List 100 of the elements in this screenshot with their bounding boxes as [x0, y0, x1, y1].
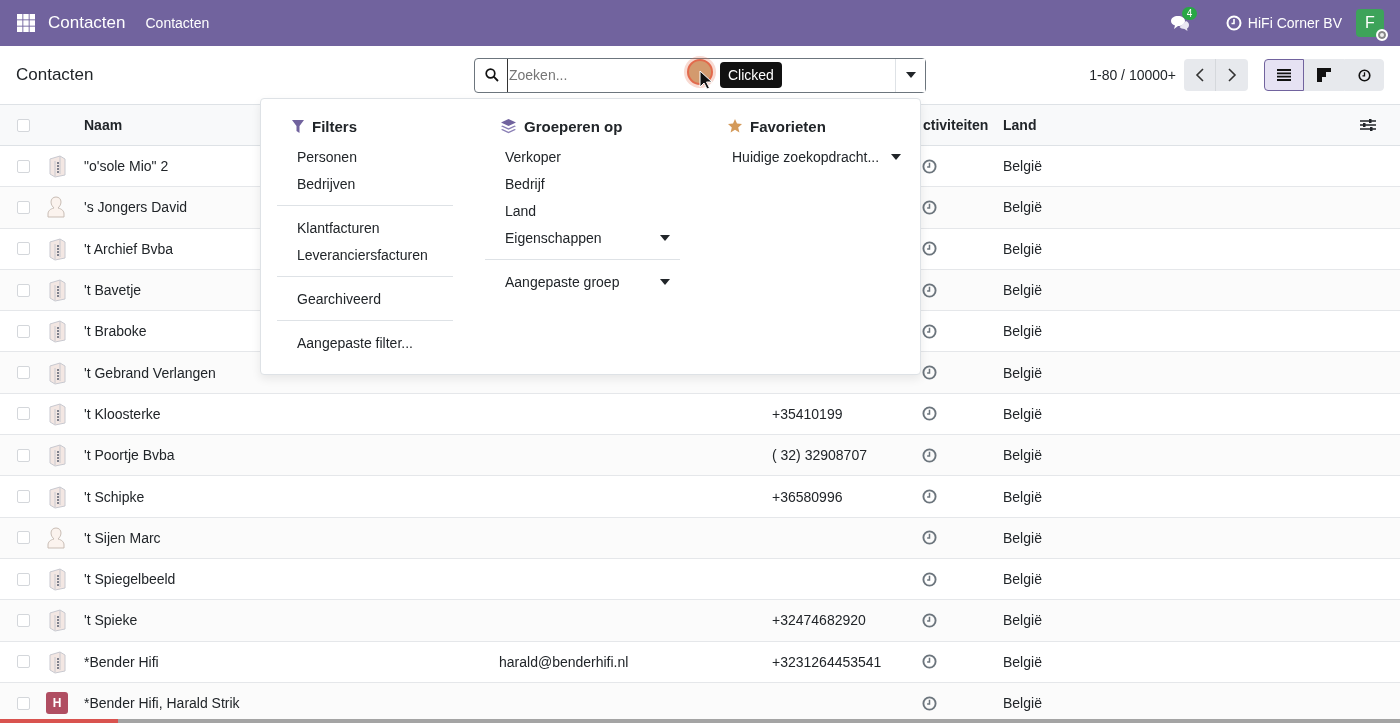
row-checkbox[interactable] — [17, 490, 30, 503]
caret-icon — [891, 153, 901, 160]
next-button[interactable] — [1216, 59, 1248, 91]
row-checkbox[interactable] — [17, 200, 30, 214]
name-cell: *Bender Hifi — [84, 653, 159, 670]
building-icon — [46, 484, 68, 509]
pager-value[interactable]: 1-80 / 10000+ — [1089, 67, 1176, 83]
country-cell: België — [1003, 199, 1042, 216]
caret-icon — [660, 234, 670, 241]
filter-option[interactable]: Leveranciersfacturen — [277, 241, 453, 268]
layers-icon — [501, 118, 516, 134]
kanban-icon — [1317, 68, 1331, 82]
clock-icon — [922, 612, 937, 628]
building-icon — [46, 319, 68, 344]
row-checkbox[interactable] — [17, 572, 30, 586]
apps-grid-icon[interactable] — [17, 14, 35, 32]
message-count-badge: 4 — [1181, 7, 1198, 20]
country-cell: België — [1003, 240, 1042, 257]
row-checkbox[interactable] — [17, 283, 30, 297]
row-checkbox[interactable] — [17, 366, 30, 380]
country-cell: België — [1003, 571, 1042, 588]
search-icon — [485, 68, 499, 82]
name-cell: 't Spieke — [84, 612, 138, 629]
clock-icon — [922, 158, 937, 174]
search-options-toggle[interactable] — [895, 58, 925, 92]
row-checkbox[interactable] — [17, 531, 30, 545]
previous-button[interactable] — [1184, 59, 1216, 91]
row-checkbox[interactable] — [17, 242, 30, 256]
clock-icon — [922, 654, 937, 670]
building-icon — [46, 443, 68, 468]
filter-option[interactable]: Personen — [277, 143, 453, 170]
name-cell: 't Archief Bvba — [84, 240, 174, 257]
person-icon — [46, 525, 66, 550]
building-icon — [46, 236, 68, 261]
country-cell: België — [1003, 529, 1042, 546]
cursor-icon — [699, 70, 713, 90]
star-icon — [728, 119, 742, 133]
phone-cell: +36580996 — [772, 488, 843, 505]
favorite-option[interactable]: Huidige zoekopdracht... — [712, 143, 909, 170]
page-title: Contacten — [16, 65, 95, 85]
chat-icon[interactable] — [1169, 15, 1190, 31]
clock-icon — [1225, 15, 1242, 31]
phone-cell: +3231264453541 — [772, 653, 882, 670]
group-by-option[interactable]: Verkoper — [485, 143, 680, 170]
group-by-option[interactable]: Eigenschappen — [485, 224, 680, 251]
name-cell: 't Kloosterke — [84, 405, 161, 422]
column-header[interactable]: Land — [1003, 117, 1037, 133]
name-cell: 't Spiegelbeeld — [84, 571, 176, 588]
name-cell: 't Gebrand Verlangen — [84, 364, 216, 381]
chevron-left-icon — [1195, 68, 1204, 82]
name-cell: 't Braboke — [84, 323, 147, 340]
column-header[interactable]: ctiviteiten — [923, 117, 989, 133]
building-icon — [46, 649, 68, 674]
clicked-tooltip: Clicked — [720, 62, 782, 88]
column-settings-icon[interactable] — [1360, 118, 1376, 132]
phone-cell: +35410199 — [772, 405, 843, 422]
country-cell: België — [1003, 488, 1042, 505]
building-icon — [46, 360, 68, 385]
clock-icon — [922, 447, 937, 463]
country-cell: België — [1003, 158, 1042, 175]
country-cell: België — [1003, 447, 1042, 464]
row-checkbox[interactable] — [17, 655, 30, 669]
filter-option[interactable]: Gearchiveerd — [277, 285, 453, 312]
filter-icon — [292, 119, 304, 133]
group-by-option[interactable]: Bedrijf — [485, 170, 680, 197]
filter-option[interactable]: Aangepaste filter... — [277, 329, 453, 356]
group-by-option[interactable]: Aangepaste groep — [485, 268, 680, 295]
building-icon — [46, 401, 68, 426]
row-checkbox[interactable] — [17, 696, 30, 710]
caret-icon — [905, 72, 916, 78]
email-cell: harald@benderhifi.nl — [499, 653, 629, 670]
select-all-checkbox[interactable] — [17, 118, 30, 132]
clock-icon — [922, 571, 937, 587]
row-checkbox[interactable] — [17, 159, 30, 173]
country-cell: België — [1003, 282, 1042, 299]
chevron-right-icon — [1227, 68, 1237, 82]
column-header[interactable]: Naam — [84, 117, 123, 133]
country-cell: België — [1003, 405, 1042, 422]
phone-cell: +32474682920 — [772, 612, 866, 629]
clock-icon — [922, 199, 937, 215]
clock-icon — [922, 406, 937, 422]
menu-link[interactable]: Contacten — [145, 15, 210, 31]
company-name[interactable]: HiFi Corner BV — [1247, 15, 1342, 31]
name-cell: 't Schipke — [84, 488, 145, 505]
filter-option[interactable]: Klantfacturen — [277, 214, 453, 241]
building-icon — [46, 154, 68, 179]
status-icon — [1376, 29, 1388, 41]
building-icon — [46, 608, 68, 633]
group-by-title: Groeperen op — [524, 117, 623, 135]
person-icon — [46, 195, 66, 220]
country-cell: België — [1003, 364, 1042, 381]
group-by-option[interactable]: Land — [485, 197, 680, 224]
filter-option[interactable]: Bedrijven — [277, 170, 453, 197]
row-checkbox[interactable] — [17, 613, 30, 627]
row-checkbox[interactable] — [17, 324, 30, 338]
filters-title: Filters — [312, 117, 357, 135]
row-checkbox[interactable] — [17, 448, 30, 462]
app-name: Contacten — [48, 13, 126, 33]
view-switch-button[interactable] — [1264, 59, 1304, 91]
row-checkbox[interactable] — [17, 407, 30, 421]
